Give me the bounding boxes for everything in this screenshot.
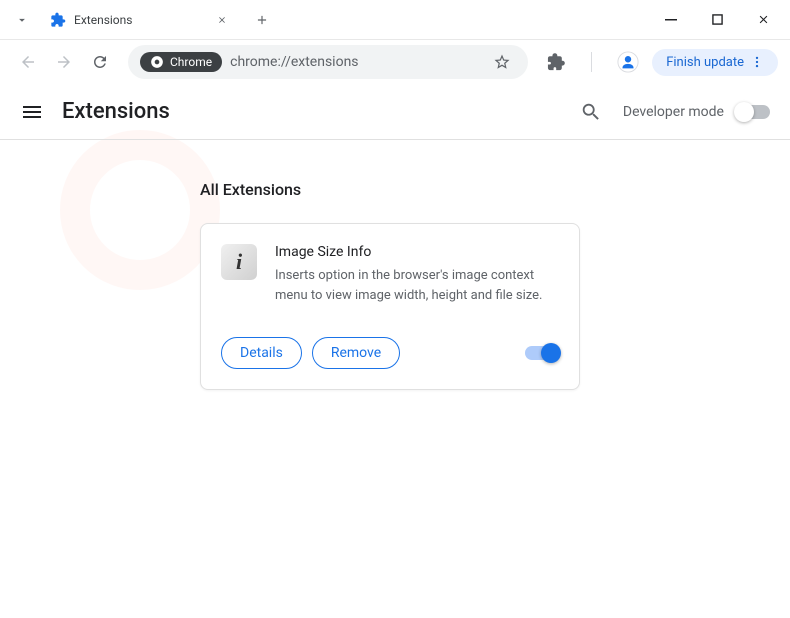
back-button[interactable] [12, 46, 44, 78]
remove-button[interactable]: Remove [312, 337, 400, 369]
profile-button[interactable] [612, 46, 644, 78]
finish-update-label: Finish update [666, 55, 744, 70]
chevron-down-icon [15, 13, 29, 27]
extension-enable-toggle[interactable] [525, 346, 559, 360]
extension-card-footer: Details Remove [221, 337, 559, 369]
plus-icon [255, 13, 269, 27]
tab-close-button[interactable] [214, 12, 230, 28]
url-text: chrome://extensions [230, 54, 488, 70]
search-extensions-button[interactable] [571, 92, 611, 132]
minimize-button[interactable] [652, 6, 690, 34]
all-extensions-heading: All Extensions [200, 180, 790, 199]
more-vert-icon [750, 55, 764, 69]
toolbar-divider [576, 46, 608, 78]
extension-info: Image Size Info Inserts option in the br… [275, 244, 559, 305]
extension-puzzle-icon [50, 12, 66, 28]
extensions-button[interactable] [540, 46, 572, 78]
menu-icon[interactable] [20, 100, 44, 124]
close-window-button[interactable] [744, 6, 782, 34]
close-icon [217, 15, 227, 25]
profile-avatar-icon [617, 51, 639, 73]
tab-title: Extensions [74, 13, 206, 27]
tab-search-dropdown[interactable] [8, 6, 36, 34]
chrome-scheme-badge: Chrome [140, 52, 222, 72]
maximize-icon [712, 14, 723, 25]
arrow-back-icon [19, 53, 37, 71]
arrow-forward-icon [55, 53, 73, 71]
developer-mode-label: Developer mode [623, 104, 724, 120]
extensions-content: All Extensions i Image Size Info Inserts… [0, 140, 790, 390]
window-controls [652, 6, 782, 34]
browser-tab[interactable]: Extensions [40, 3, 240, 37]
extension-card: i Image Size Info Inserts option in the … [200, 223, 580, 390]
new-tab-button[interactable] [248, 6, 276, 34]
extension-puzzle-icon [547, 53, 565, 71]
page-title: Extensions [62, 99, 571, 124]
developer-mode-toggle[interactable] [736, 105, 770, 119]
chrome-badge-label: Chrome [170, 55, 212, 69]
maximize-button[interactable] [698, 6, 736, 34]
forward-button[interactable] [48, 46, 80, 78]
close-icon [757, 13, 770, 26]
bookmark-button[interactable] [488, 48, 516, 76]
extension-description: Inserts option in the browser's image co… [275, 266, 559, 305]
star-icon [493, 53, 511, 71]
reload-icon [91, 53, 109, 71]
extension-icon: i [221, 244, 257, 280]
search-icon [580, 101, 602, 123]
window-titlebar: Extensions [0, 0, 790, 40]
details-button[interactable]: Details [221, 337, 302, 369]
extensions-header: Extensions Developer mode [0, 84, 790, 140]
chrome-icon [150, 55, 164, 69]
browser-toolbar: Chrome chrome://extensions Finish update [0, 40, 790, 84]
finish-update-button[interactable]: Finish update [652, 49, 778, 76]
extension-name: Image Size Info [275, 244, 559, 260]
minimize-icon [665, 14, 677, 26]
extension-card-header: i Image Size Info Inserts option in the … [221, 244, 559, 305]
reload-button[interactable] [84, 46, 116, 78]
address-bar[interactable]: Chrome chrome://extensions [128, 45, 528, 79]
